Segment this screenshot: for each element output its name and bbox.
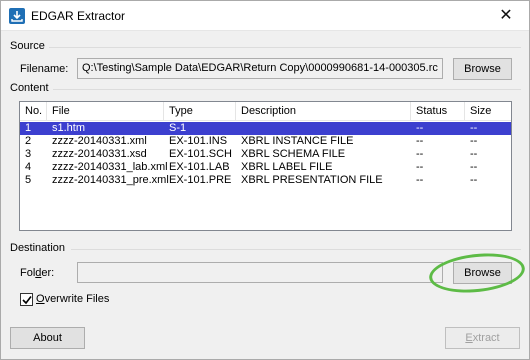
cell-size: -- xyxy=(470,174,478,186)
column-header-type[interactable]: Type xyxy=(164,102,236,121)
extract-button[interactable]: Extract xyxy=(445,327,520,349)
source-group-divider xyxy=(49,47,521,48)
cell-no: 3 xyxy=(25,148,32,160)
window-title: EDGAR Extractor xyxy=(31,9,126,23)
list-header: No. File Type Description Status Size xyxy=(20,102,511,121)
column-header-no[interactable]: No. xyxy=(20,102,47,121)
cell-type: EX-101.INS xyxy=(169,135,228,147)
destination-browse-button[interactable]: Browse xyxy=(453,262,512,284)
cell-description: XBRL INSTANCE FILE xyxy=(241,135,354,147)
cell-description: XBRL LABEL FILE xyxy=(241,161,333,173)
content-group-label: Content xyxy=(10,82,49,94)
checkmark-icon xyxy=(22,296,32,305)
table-row[interactable]: 3 zzzz-20140331.xsd EX-101.SCH XBRL SCHE… xyxy=(20,148,511,161)
cell-file: zzzz-20140331.xsd xyxy=(52,148,147,160)
close-icon[interactable]: ✕ xyxy=(483,1,529,31)
cell-no: 4 xyxy=(25,161,32,173)
cell-no: 5 xyxy=(25,174,32,186)
table-row[interactable]: 5 zzzz-20140331_pre.xml EX-101.PRE XBRL … xyxy=(20,174,511,187)
cell-size: -- xyxy=(470,122,478,134)
column-header-status[interactable]: Status xyxy=(411,102,465,121)
cell-size: -- xyxy=(470,161,478,173)
overwrite-files-checkbox[interactable] xyxy=(20,293,33,306)
cell-description: XBRL SCHEMA FILE xyxy=(241,148,346,160)
cell-type: EX-101.LAB xyxy=(169,161,230,173)
cell-status: -- xyxy=(416,161,424,173)
cell-type: EX-101.PRE xyxy=(169,174,232,186)
overwrite-files-label[interactable]: Overwrite Files xyxy=(36,293,109,305)
cell-status: -- xyxy=(416,148,424,160)
destination-group-label: Destination xyxy=(10,242,66,254)
content-group-divider xyxy=(53,89,521,90)
cell-type: S-1 xyxy=(169,122,187,134)
cell-status: -- xyxy=(416,135,424,147)
column-header-description[interactable]: Description xyxy=(236,102,411,121)
cell-no: 1 xyxy=(25,122,32,134)
cell-file: zzzz-20140331_lab.xml xyxy=(52,161,168,173)
filename-label: Filename: xyxy=(20,63,69,75)
column-header-file[interactable]: File xyxy=(47,102,164,121)
source-browse-button[interactable]: Browse xyxy=(453,58,512,80)
app-icon xyxy=(9,8,25,24)
cell-no: 2 xyxy=(25,135,32,147)
content-file-list[interactable]: No. File Type Description Status Size 1 … xyxy=(19,101,512,231)
about-button[interactable]: About xyxy=(10,327,85,349)
source-group-label: Source xyxy=(10,40,45,52)
folder-field[interactable] xyxy=(77,262,443,283)
table-row[interactable]: 1 s1.htm S-1 -- -- xyxy=(20,122,511,135)
table-row[interactable]: 2 zzzz-20140331.xml EX-101.INS XBRL INST… xyxy=(20,135,511,148)
cell-file: s1.htm xyxy=(52,122,86,134)
cell-size: -- xyxy=(470,148,478,160)
filename-field[interactable]: Q:\Testing\Sample Data\EDGAR\Return Copy… xyxy=(77,58,443,79)
title-bar[interactable]: EDGAR Extractor ✕ xyxy=(1,1,529,31)
cell-type: EX-101.SCH xyxy=(169,148,232,160)
cell-size: -- xyxy=(470,135,478,147)
cell-file: zzzz-20140331.xml xyxy=(52,135,147,147)
destination-group-divider xyxy=(71,249,521,250)
cell-status: -- xyxy=(416,174,424,186)
cell-file: zzzz-20140331_pre.xml xyxy=(52,174,169,186)
cell-description: XBRL PRESENTATION FILE xyxy=(241,174,383,186)
cell-status: -- xyxy=(416,122,424,134)
folder-label: Folder: xyxy=(20,267,55,279)
table-row[interactable]: 4 zzzz-20140331_lab.xml EX-101.LAB XBRL … xyxy=(20,161,511,174)
column-header-size[interactable]: Size xyxy=(465,102,511,121)
edgar-extractor-window: EDGAR Extractor ✕ Source Filename: Q:\Te… xyxy=(0,0,530,360)
